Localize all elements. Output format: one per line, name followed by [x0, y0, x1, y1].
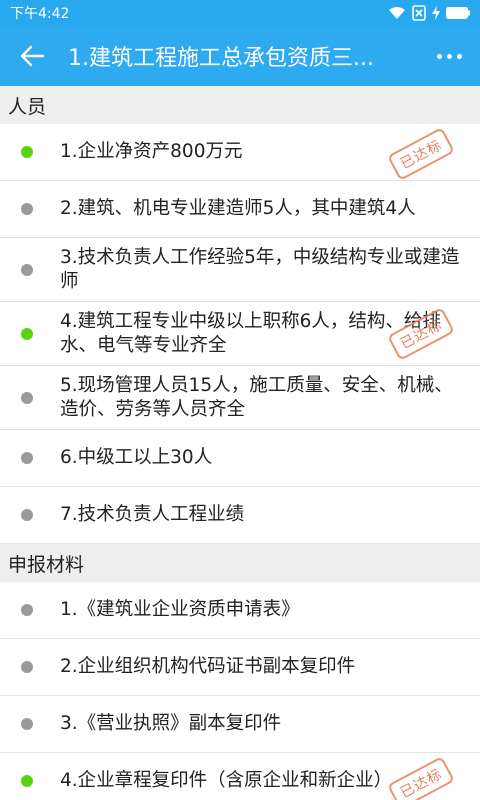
list-item[interactable]: 6.中级工以上30人: [0, 430, 480, 487]
more-options-button[interactable]: [418, 26, 480, 86]
status-dot-pending: [21, 263, 33, 276]
charging-icon: [432, 6, 440, 20]
item-text: 1.《建筑业企业资质申请表》: [60, 599, 300, 620]
status-dot-pending: [21, 604, 33, 616]
status-dot-achieved: [21, 327, 33, 340]
list-item[interactable]: 5.现场管理人员15人，施工质量、安全、机械、造价、劳务等人员齐全: [0, 366, 480, 430]
wifi-icon: [389, 7, 405, 19]
status-dot-pending: [21, 203, 33, 215]
list-item[interactable]: 7.技术负责人工程业绩: [0, 487, 480, 544]
back-button[interactable]: [0, 26, 64, 86]
more-dot-icon: [456, 53, 462, 59]
item-text: 4.企业章程复印件（含原企业和新企业）: [60, 770, 393, 791]
status-dot-pending: [21, 718, 33, 730]
item-text: 5.现场管理人员15人，施工质量、安全、机械、造价、劳务等人员齐全: [60, 374, 453, 420]
list-item[interactable]: 2.企业组织机构代码证书副本复印件: [0, 639, 480, 696]
item-text: 3.《营业执照》副本复印件: [60, 713, 282, 734]
battery-icon: [446, 7, 470, 19]
achieved-stamp: 已达标: [387, 127, 455, 181]
list-item[interactable]: 3.《营业执照》副本复印件: [0, 696, 480, 753]
list-item[interactable]: 4.企业章程复印件（含原企业和新企业） 已达标: [0, 753, 480, 800]
status-dot-pending: [21, 391, 33, 404]
item-text: 2.企业组织机构代码证书副本复印件: [60, 656, 356, 677]
status-icons: [388, 5, 470, 21]
item-text: 6.中级工以上30人: [60, 447, 213, 468]
status-time: 下午4:42: [10, 6, 70, 22]
status-bar: 下午4:42: [0, 0, 480, 26]
list-item[interactable]: 2.建筑、机电专业建造师5人，其中建筑4人: [0, 181, 480, 238]
more-dot-icon: [436, 53, 442, 59]
qualification-list: 人员 1.企业净资产800万元 已达标 2.建筑、机电专业建造师5人，其中建筑4…: [0, 86, 480, 800]
list-item[interactable]: 3.技术负责人工作经验5年，中级结构专业或建造师: [0, 238, 480, 302]
item-text: 3.技术负责人工作经验5年，中级结构专业或建造师: [60, 246, 460, 292]
status-dot-achieved: [21, 146, 33, 158]
list-item[interactable]: 4.建筑工程专业中级以上职称6人，结构、给排水、电气等专业齐全 已达标: [0, 302, 480, 366]
arrow-left-icon: [20, 45, 45, 67]
status-dot-achieved: [21, 775, 33, 787]
achieved-stamp: 已达标: [387, 756, 455, 800]
section-header-personnel: 人员: [0, 86, 480, 124]
more-dot-icon: [446, 53, 452, 59]
item-text: 2.建筑、机电专业建造师5人，其中建筑4人: [60, 198, 416, 219]
section-header-materials: 申报材料: [0, 544, 480, 582]
status-dot-pending: [21, 661, 33, 673]
status-dot-pending: [21, 509, 33, 521]
list-item[interactable]: 1.《建筑业企业资质申请表》: [0, 582, 480, 639]
page-title: 1.建筑工程施工总承包资质三...: [68, 46, 374, 71]
item-text: 1.企业净资产800万元: [60, 141, 243, 162]
status-dot-pending: [21, 452, 33, 464]
list-item[interactable]: 1.企业净资产800万元 已达标: [0, 124, 480, 181]
no-sim-icon: [412, 5, 426, 21]
item-text: 7.技术负责人工程业绩: [60, 504, 245, 525]
app-bar: 1.建筑工程施工总承包资质三...: [0, 26, 480, 86]
